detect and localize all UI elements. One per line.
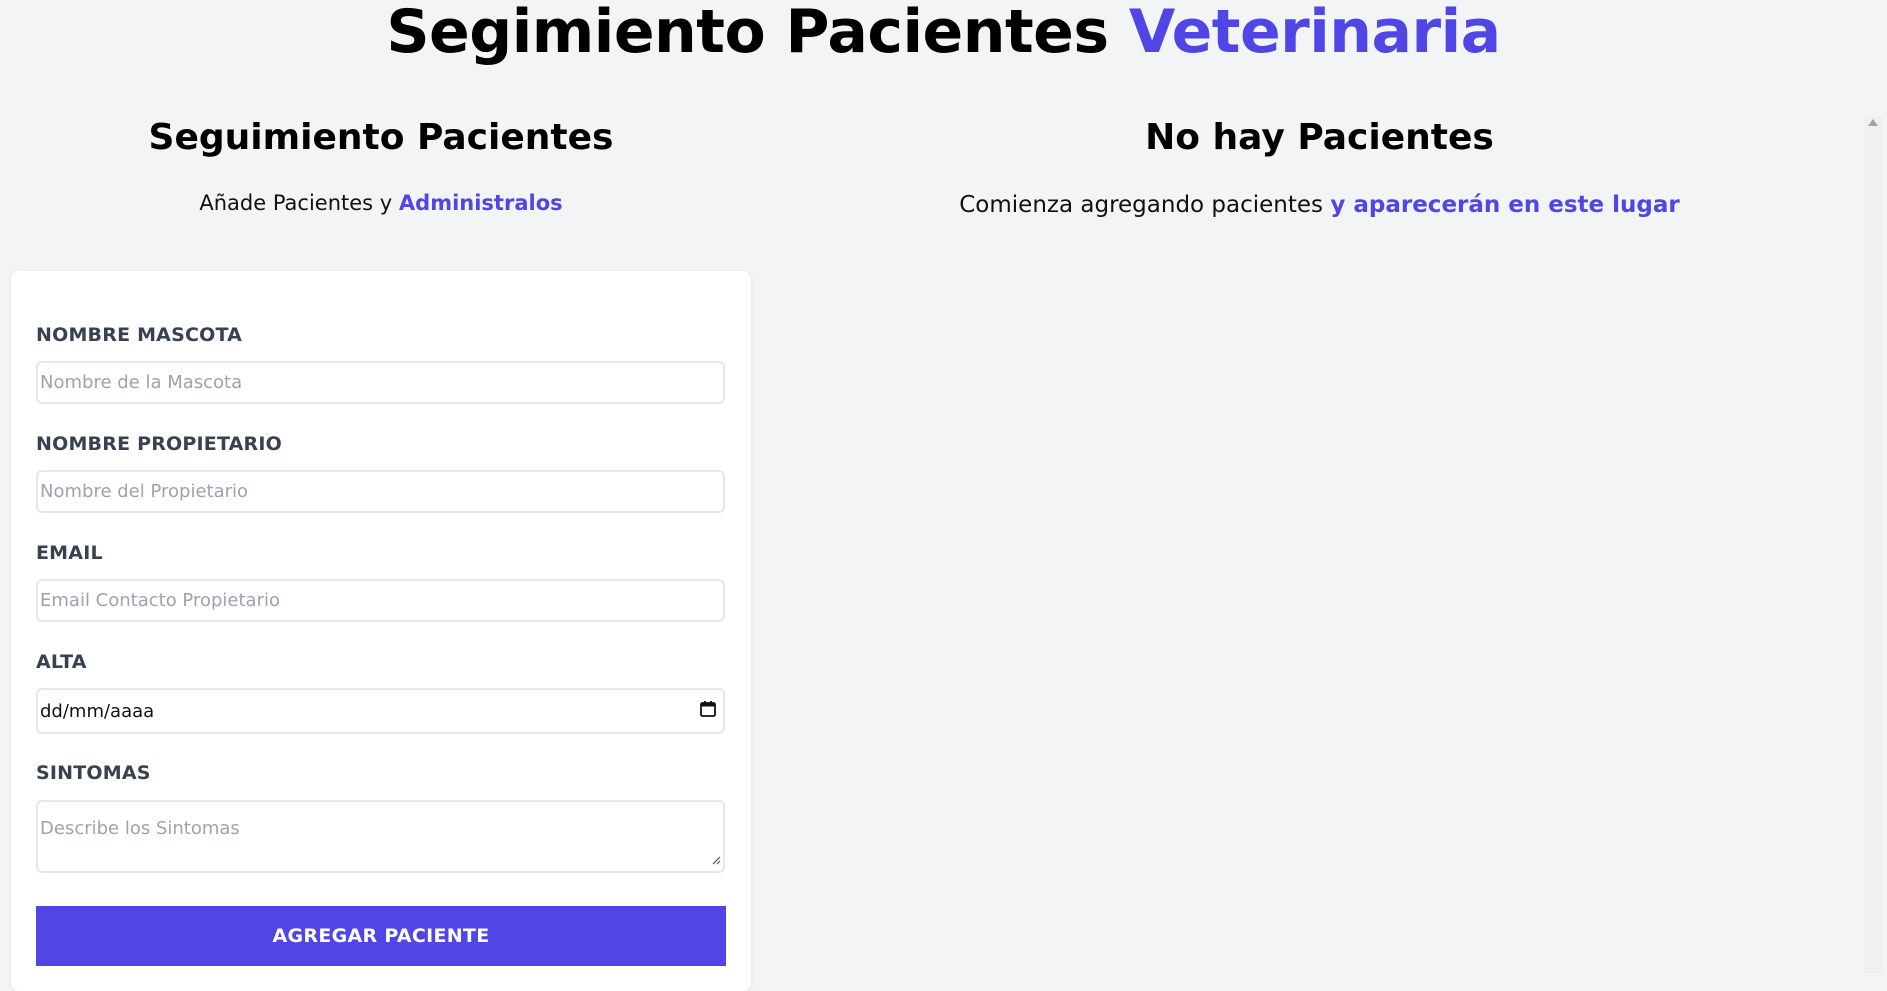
symptoms-textarea[interactable]: Describe los Sintomas [36, 800, 725, 873]
patient-list-title: No hay Pacientes [1145, 117, 1494, 158]
owner-name-input[interactable] [36, 470, 725, 513]
discharge-date-input[interactable]: dd/mm/aaaa [36, 688, 725, 734]
owner-name-label: NOMBRE PROPIETARIO [36, 433, 282, 455]
form-section-title: Seguimiento Pacientes [148, 117, 614, 158]
form-section-subtitle: Añade Pacientes y Administralos [0, 191, 762, 215]
pet-name-label: NOMBRE MASCOTA [36, 324, 243, 346]
patient-list-subtitle: Comienza agregando pacientes y aparecerá… [762, 192, 1877, 218]
patient-list-subtitle-text: Comienza agregando pacientes [959, 192, 1324, 218]
add-patient-button[interactable]: AGREGAR PACIENTE [36, 906, 726, 966]
resize-handle-icon[interactable] [711, 850, 721, 869]
symptoms-placeholder: Describe los Sintomas [40, 818, 240, 839]
calendar-icon[interactable] [699, 700, 717, 723]
symptoms-label: SINTOMAS [36, 762, 151, 784]
form-section-subtitle-accent: Administralos [398, 191, 563, 215]
patient-list-subtitle-accent: y aparecerán en este lugar [1330, 192, 1680, 218]
patient-form: NOMBRE MASCOTA NOMBRE PROPIETARIO EMAIL … [11, 271, 751, 991]
email-input[interactable] [36, 579, 725, 622]
form-section: Seguimiento Pacientes Añade Pacientes y … [0, 0, 762, 991]
email-label: EMAIL [36, 542, 103, 564]
discharge-date-label: ALTA [36, 651, 87, 673]
pet-name-input[interactable] [36, 361, 725, 404]
date-format-text: dd/mm/aaaa [40, 700, 155, 722]
form-section-subtitle-text: Añade Pacientes y [199, 191, 393, 215]
patient-list-section: No hay Pacientes Comienza agregando paci… [762, 0, 1877, 973]
